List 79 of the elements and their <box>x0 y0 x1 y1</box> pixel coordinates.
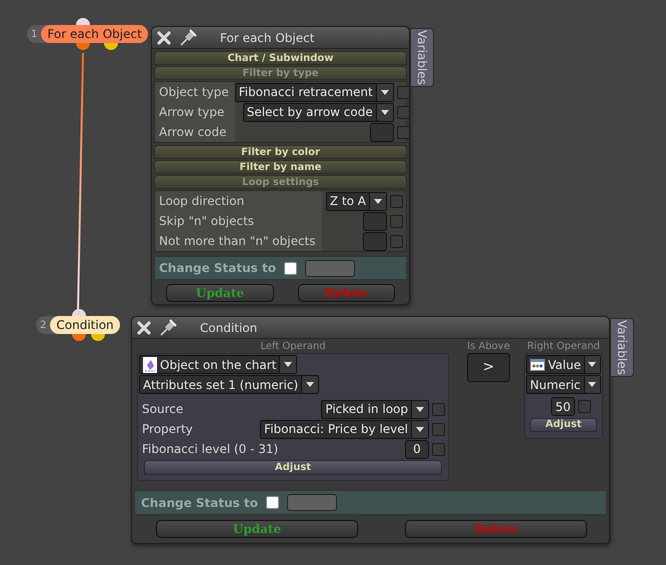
section-header[interactable]: Chart / Subwindow <box>154 51 407 65</box>
caret-icon <box>305 381 316 388</box>
dropdown[interactable]: Value <box>526 355 601 374</box>
checkbox[interactable] <box>396 106 410 118</box>
window-title: For each Object <box>220 30 314 46</box>
status-field[interactable] <box>304 260 355 276</box>
input-port[interactable] <box>72 309 86 316</box>
caret-icon <box>415 426 425 432</box>
output-port[interactable] <box>72 334 86 341</box>
number-field[interactable] <box>370 122 394 142</box>
number-field[interactable] <box>363 212 387 230</box>
caret-icon <box>415 406 425 412</box>
field-label: Property <box>142 421 193 438</box>
number-field[interactable]: 0 <box>405 440 429 458</box>
checkbox[interactable] <box>390 214 403 228</box>
caret-icon <box>380 88 390 96</box>
checkbox[interactable] <box>432 442 445 456</box>
operator-caption: Is Above <box>467 341 510 353</box>
dropdown[interactable]: Z to A <box>326 192 387 210</box>
shape-icon <box>143 356 157 372</box>
dropdown[interactable]: Numeric <box>526 375 601 394</box>
operand-caption: Right Operand <box>527 341 600 353</box>
output-port[interactable] <box>91 334 105 341</box>
dropdown[interactable]: Fibonacci: Price by level <box>260 420 429 438</box>
variables-tab[interactable]: Variables <box>610 318 634 377</box>
close-icon[interactable] <box>136 320 152 336</box>
checkbox[interactable] <box>432 402 445 416</box>
checkbox[interactable] <box>396 86 410 98</box>
field-label: Not more than "n" objects <box>155 231 322 251</box>
dropdown[interactable]: Picked in loop <box>321 400 429 418</box>
adjust-button[interactable]: Adjust <box>144 460 442 475</box>
pin-icon[interactable] <box>158 318 178 338</box>
node-label: For each Object <box>41 25 148 43</box>
operand-caption: Left Operand <box>260 341 326 353</box>
field-label: Arrow type <box>155 102 235 122</box>
checkbox[interactable] <box>390 234 403 248</box>
adjust-button[interactable]: Adjust <box>530 418 597 432</box>
field-label: Fibonacci level (0 - 31) <box>142 441 278 458</box>
checkbox[interactable] <box>284 262 297 274</box>
output-port[interactable] <box>76 43 90 50</box>
field-label: Loop direction <box>155 191 322 211</box>
number-field[interactable] <box>363 232 387 250</box>
node-number: 1 <box>30 28 38 42</box>
caret-icon <box>587 381 598 388</box>
caret-icon <box>380 108 390 116</box>
dropdown[interactable]: Fibonacci retracement <box>234 82 394 102</box>
variables-tab[interactable]: Variables <box>410 28 434 87</box>
flow-node[interactable]: 2 Condition <box>36 316 120 334</box>
node-label: Condition <box>50 316 120 334</box>
dropdown[interactable]: Attributes set 1 (numeric) <box>139 375 320 394</box>
field-label: Skip "n" objects <box>155 211 322 231</box>
checkbox[interactable] <box>578 400 591 413</box>
checkbox[interactable] <box>266 496 279 509</box>
node-number: 2 <box>39 318 48 332</box>
checkbox[interactable] <box>396 126 410 138</box>
field-label: Source <box>142 401 184 418</box>
window-icon <box>530 358 545 370</box>
pin-icon[interactable] <box>178 28 198 48</box>
status-label: Change Status to <box>159 260 276 277</box>
status-field[interactable] <box>286 494 337 511</box>
section-header[interactable]: Filter by name <box>154 160 407 174</box>
input-port[interactable] <box>76 18 90 25</box>
flow-node[interactable]: 1 For each Object <box>27 25 148 43</box>
dropdown[interactable]: Select by arrow code <box>242 102 394 122</box>
operator-button[interactable]: > <box>467 353 510 382</box>
checkbox[interactable] <box>432 422 445 436</box>
caret-icon <box>373 198 383 204</box>
caret-icon <box>283 361 294 368</box>
dropdown[interactable]: Object on the chart <box>139 355 298 374</box>
close-icon[interactable] <box>156 30 172 46</box>
field-label: Object type <box>155 82 235 102</box>
window-title: Condition <box>200 320 258 336</box>
checkbox[interactable] <box>390 194 403 208</box>
caret-icon <box>587 361 598 368</box>
output-port[interactable] <box>104 43 118 50</box>
section-header[interactable]: Filter by color <box>154 145 407 159</box>
status-label: Change Status to <box>141 494 258 512</box>
number-field[interactable]: 50 <box>551 397 575 416</box>
field-label: Arrow code <box>155 122 235 142</box>
